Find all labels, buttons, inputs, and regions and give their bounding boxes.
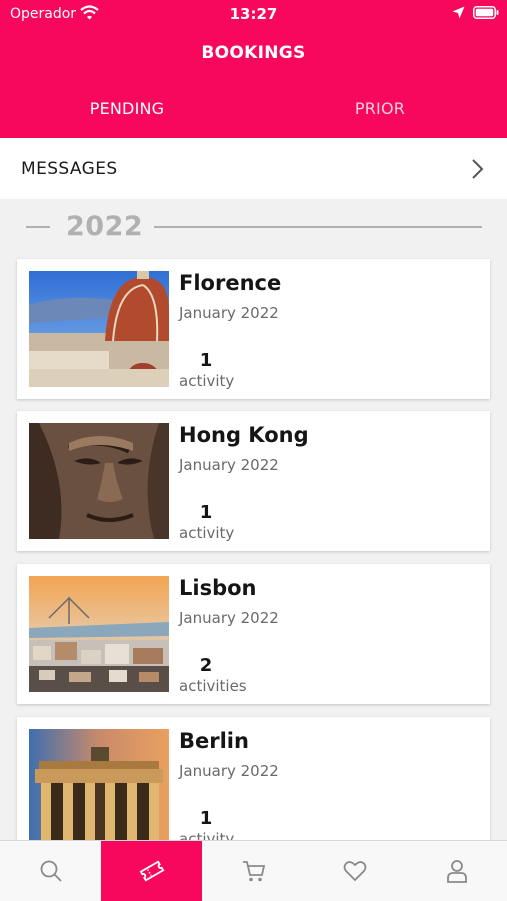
hong-kong-photo xyxy=(29,423,169,539)
berlin-photo xyxy=(29,729,169,845)
booking-city: Florence xyxy=(179,271,282,295)
profile-icon xyxy=(447,860,467,883)
year-divider-left xyxy=(26,226,50,228)
booking-date: January 2022 xyxy=(179,456,279,474)
nav-profile[interactable] xyxy=(406,841,507,901)
bottom-nav xyxy=(0,840,507,901)
year-heading: 2022 xyxy=(66,211,144,242)
lisbon-photo xyxy=(29,576,169,692)
page-title: BOOKINGS xyxy=(201,43,306,63)
booking-card-berlin[interactable]: Berlin January 2022 1 activity xyxy=(17,717,490,857)
booking-city: Lisbon xyxy=(179,576,257,600)
nav-bookings[interactable] xyxy=(101,841,202,901)
booking-card-lisbon[interactable]: Lisbon January 2022 2 activities xyxy=(17,564,490,704)
search-icon xyxy=(40,860,62,882)
status-bar: Operador 13:27 xyxy=(0,0,507,28)
activity-unit: activity xyxy=(179,372,235,390)
clock: 13:27 xyxy=(229,5,278,23)
nav-favorites[interactable] xyxy=(304,841,405,901)
activity-unit: activities xyxy=(179,677,247,695)
booking-city: Hong Kong xyxy=(179,423,309,447)
activity-count: 1 xyxy=(199,350,213,371)
nav-search[interactable] xyxy=(0,841,101,901)
chevron-right-icon[interactable] xyxy=(470,158,484,180)
ticket-icon xyxy=(139,860,165,882)
location-arrow-icon xyxy=(452,6,465,19)
activity-count: 1 xyxy=(199,808,213,829)
messages-label: MESSAGES xyxy=(21,159,118,179)
booking-date: January 2022 xyxy=(179,304,279,322)
battery-icon xyxy=(473,6,499,19)
booking-card-florence[interactable]: Florence January 2022 1 activity xyxy=(17,259,490,399)
booking-date: January 2022 xyxy=(179,609,279,627)
booking-city: Berlin xyxy=(179,729,249,753)
tab-pending[interactable]: PENDING xyxy=(0,99,254,118)
messages-row[interactable]: MESSAGES xyxy=(0,138,507,199)
header: Operador 13:27 BOOKINGS PENDING PRIOR xyxy=(0,0,507,138)
activity-count: 2 xyxy=(199,655,213,676)
cart-icon xyxy=(243,861,266,882)
year-divider-right xyxy=(154,226,482,228)
nav-cart[interactable] xyxy=(203,841,304,901)
tab-prior[interactable]: PRIOR xyxy=(253,99,507,118)
activity-count: 1 xyxy=(199,502,213,523)
florence-photo xyxy=(29,271,169,387)
booking-date: January 2022 xyxy=(179,762,279,780)
heart-icon xyxy=(343,861,367,882)
booking-card-hong-kong[interactable]: Hong Kong January 2022 1 activity xyxy=(17,411,490,551)
activity-unit: activity xyxy=(179,524,235,542)
